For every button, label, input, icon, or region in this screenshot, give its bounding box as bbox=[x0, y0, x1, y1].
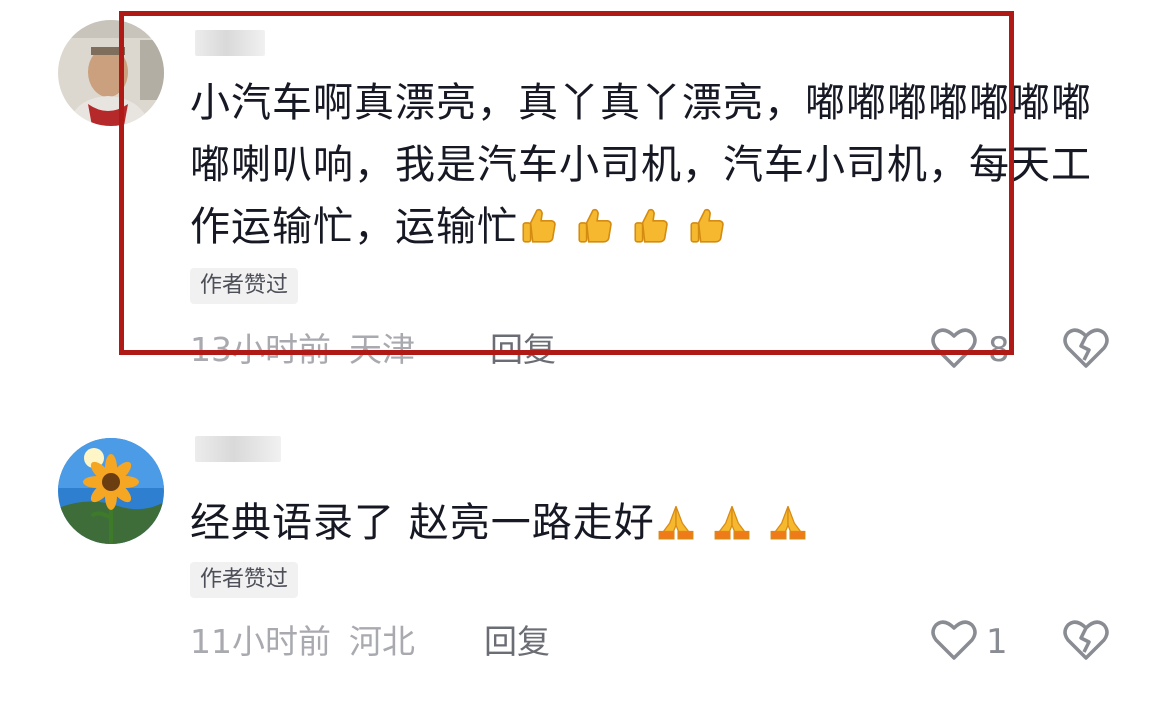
comment-text-content: 经典语录了 赵亮一路走好 bbox=[190, 500, 655, 546]
like-count: 8 bbox=[988, 330, 1010, 370]
author-liked-badge: 作者赞过 bbox=[190, 562, 299, 598]
comment-location: 河北 bbox=[349, 622, 415, 661]
heart-icon[interactable] bbox=[930, 326, 978, 370]
username[interactable] bbox=[195, 436, 281, 462]
like-count: 1 bbox=[986, 622, 1008, 662]
comment-meta: 11小时前 河北 bbox=[190, 622, 415, 662]
comment-time: 13小时前 bbox=[190, 330, 331, 369]
comment-time: 11小时前 bbox=[190, 622, 331, 661]
comment-location: 天津 bbox=[349, 330, 415, 369]
avatar[interactable] bbox=[58, 20, 164, 126]
reply-button[interactable]: 回复 bbox=[490, 330, 556, 370]
comment-item: 小汽车啊真漂亮，真丫真丫漂亮，嘟嘟嘟嘟嘟嘟嘟嘟喇叭响，我是汽车小司机，汽车小司机… bbox=[0, 0, 1170, 400]
comment-text: 小汽车啊真漂亮，真丫真丫漂亮，嘟嘟嘟嘟嘟嘟嘟嘟喇叭响，我是汽车小司机，汽车小司机… bbox=[190, 72, 1115, 258]
reply-button[interactable]: 回复 bbox=[484, 622, 550, 662]
thumbs-up-icon bbox=[518, 204, 742, 250]
broken-heart-icon[interactable] bbox=[1062, 326, 1110, 370]
heart-icon[interactable] bbox=[930, 618, 978, 662]
broken-heart-icon[interactable] bbox=[1062, 618, 1110, 662]
comment-item: 经典语录了 赵亮一路走好 作者赞过 11小时前 河北 回复 1 bbox=[0, 400, 1170, 713]
author-liked-badge: 作者赞过 bbox=[190, 268, 299, 304]
comment-meta: 13小时前 天津 bbox=[190, 330, 415, 370]
folded-hands-icon bbox=[655, 500, 823, 546]
avatar[interactable] bbox=[58, 438, 164, 544]
username[interactable] bbox=[195, 30, 265, 56]
comment-text: 经典语录了 赵亮一路走好 bbox=[190, 492, 1115, 554]
